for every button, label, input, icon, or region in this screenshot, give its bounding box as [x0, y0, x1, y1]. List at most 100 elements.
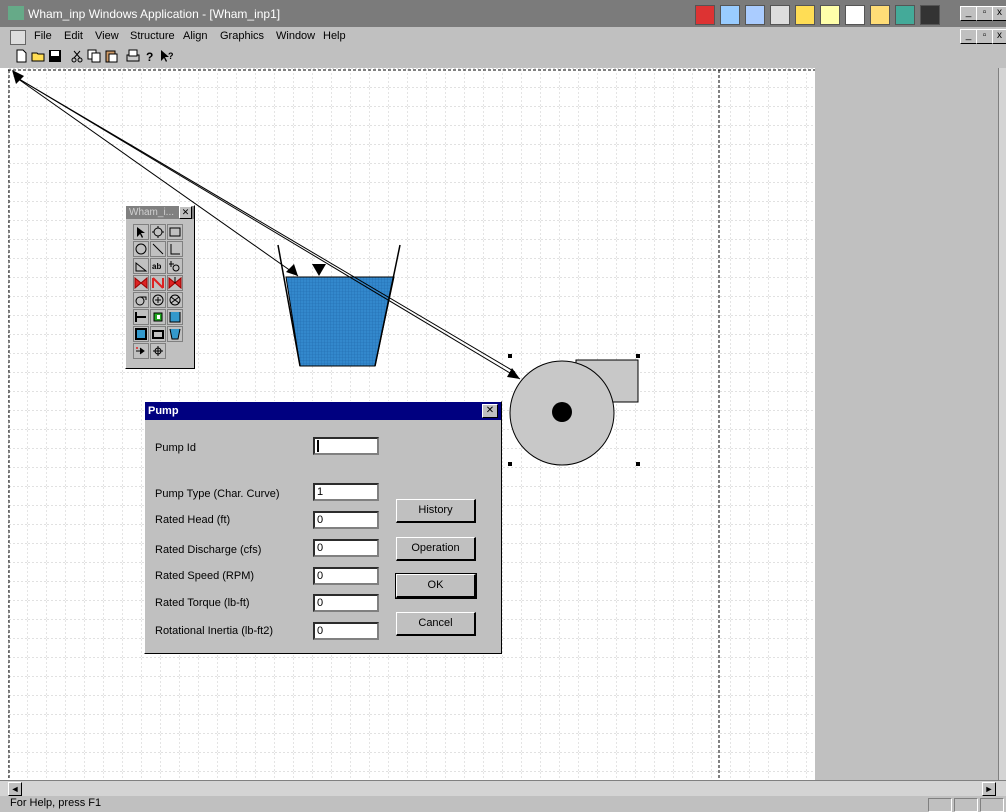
document-icon[interactable]: [10, 30, 26, 45]
slope-tool-icon[interactable]: [133, 258, 149, 274]
save-disk-icon[interactable]: [48, 49, 62, 63]
explorer-icon[interactable]: [920, 5, 940, 25]
menu-window[interactable]: Window: [276, 30, 315, 42]
key-icon[interactable]: [795, 5, 815, 25]
history-button[interactable]: History: [396, 499, 476, 523]
blue-tank-tool-icon[interactable]: [167, 309, 183, 325]
title-bar: Wham_inp Windows Application - [Wham_inp…: [0, 0, 1006, 27]
child-restore-button[interactable]: ▫: [976, 29, 993, 44]
pump-type-input[interactable]: 1: [313, 483, 379, 501]
context-help-icon[interactable]: ?: [160, 49, 174, 63]
menu-structure[interactable]: Structure: [130, 30, 175, 42]
line-tool-icon[interactable]: [150, 241, 166, 257]
scroll-left-button[interactable]: ◄: [8, 782, 22, 796]
junction-tool-icon[interactable]: [167, 258, 183, 274]
circle-tool-icon[interactable]: [133, 241, 149, 257]
pump-tool-icon[interactable]: [133, 292, 149, 308]
rated-discharge-label: Rated Discharge (cfs): [155, 544, 262, 556]
tools-icon[interactable]: [770, 5, 790, 25]
dead-end-tool-icon[interactable]: [133, 309, 149, 325]
valve-red-icon[interactable]: [133, 275, 149, 291]
rated-torque-input[interactable]: 0: [313, 594, 379, 612]
rotational-inertia-label: Rotational Inertia (lb-ft2): [155, 625, 273, 637]
fan-tool-icon[interactable]: [167, 292, 183, 308]
dialog-title: Pump: [148, 405, 179, 417]
minimize-button[interactable]: _: [960, 6, 977, 21]
canvas-margin: [815, 68, 998, 780]
horizontal-scrollbar[interactable]: ◄ ►: [0, 780, 1006, 797]
palette-close-button[interactable]: ✕: [179, 206, 192, 219]
text-cursor: [317, 440, 319, 453]
rated-speed-label: Rated Speed (RPM): [155, 570, 255, 582]
pump-2-tool-icon[interactable]: [150, 292, 166, 308]
rated-head-input[interactable]: 0: [313, 511, 379, 529]
cancel-button[interactable]: Cancel: [396, 612, 476, 636]
print-icon[interactable]: [126, 49, 140, 63]
menu-graphics[interactable]: Graphics: [220, 30, 264, 42]
crosshair-tool-icon[interactable]: [150, 343, 166, 359]
corner-line-tool-icon[interactable]: [167, 241, 183, 257]
copy-icon[interactable]: [87, 49, 101, 63]
pump-id-input[interactable]: [313, 437, 379, 455]
taskbar-app-icon[interactable]: [695, 5, 715, 25]
ok-button[interactable]: OK: [395, 573, 477, 599]
child-close-button[interactable]: x: [992, 29, 1006, 44]
folder-icon[interactable]: [870, 5, 890, 25]
blue-box-tool-icon[interactable]: [133, 326, 149, 342]
new-file-icon[interactable]: [14, 49, 28, 63]
status-bar: For Help, press F1: [0, 796, 1006, 812]
special-tool-icon[interactable]: [133, 343, 149, 359]
palette-title-bar[interactable]: Wham_i... ✕: [126, 206, 194, 219]
pump-dialog: Pump ✕ Pump Id Pump Type (Char. Curve) 1…: [144, 401, 502, 654]
document-icon[interactable]: [845, 5, 865, 25]
check-valve-red-icon[interactable]: [150, 275, 166, 291]
globe-icon[interactable]: [895, 5, 915, 25]
svg-text:?: ?: [146, 50, 153, 63]
pointer-tool-icon[interactable]: [133, 224, 149, 240]
status-panel-1: [928, 798, 952, 812]
child-minimize-button[interactable]: _: [960, 29, 977, 44]
pump-type-label: Pump Type (Char. Curve): [155, 488, 280, 500]
palette-title: Wham_i...: [129, 207, 175, 218]
dialog-close-button[interactable]: ✕: [482, 404, 498, 418]
dialog-title-bar[interactable]: Pump ✕: [145, 402, 501, 420]
menu-bar: File Edit View Structure Align Graphics …: [0, 27, 1006, 46]
app-icon[interactable]: [8, 6, 24, 20]
menu-help[interactable]: Help: [323, 30, 346, 42]
tool-palette: Wham_i... ✕ ab: [125, 205, 195, 369]
rated-speed-input[interactable]: 0: [313, 567, 379, 585]
menu-file[interactable]: File: [34, 30, 52, 42]
open-tank-tool-icon[interactable]: [167, 326, 183, 342]
menu-edit[interactable]: Edit: [64, 30, 83, 42]
text-tool-icon[interactable]: ab: [150, 258, 166, 274]
status-text: For Help, press F1: [10, 797, 102, 809]
paste-icon[interactable]: [104, 49, 118, 63]
excel-icon[interactable]: [720, 5, 740, 25]
operation-button[interactable]: Operation: [396, 537, 476, 561]
rated-head-label: Rated Head (ft): [155, 514, 231, 526]
svg-text:ab: ab: [152, 262, 161, 271]
status-panel-2: [954, 798, 978, 812]
green-device-tool-icon[interactable]: [150, 309, 166, 325]
svg-text:?: ?: [168, 51, 174, 61]
rotational-inertia-input[interactable]: 0: [313, 622, 379, 640]
monitor-icon[interactable]: [745, 5, 765, 25]
rectangle-tool-icon[interactable]: [167, 224, 183, 240]
menu-view[interactable]: View: [95, 30, 119, 42]
help-icon[interactable]: ?: [143, 49, 157, 63]
circle-node-tool-icon[interactable]: [150, 224, 166, 240]
maximize-button[interactable]: ▫: [976, 6, 993, 21]
close-button[interactable]: x: [992, 6, 1006, 21]
user-icon[interactable]: [820, 5, 840, 25]
scroll-right-button[interactable]: ►: [982, 782, 996, 796]
pump-id-label: Pump Id: [155, 442, 196, 454]
rated-discharge-input[interactable]: 0: [313, 539, 379, 557]
reservoir-tool-icon[interactable]: [150, 326, 166, 342]
window-title: Wham_inp Windows Application - [Wham_inp…: [28, 7, 281, 21]
open-folder-icon[interactable]: [31, 49, 45, 63]
gate-valve-red-icon[interactable]: [167, 275, 183, 291]
vertical-scrollbar[interactable]: [998, 68, 1006, 780]
menu-align[interactable]: Align: [183, 30, 207, 42]
cut-scissors-icon[interactable]: [70, 49, 84, 63]
rated-torque-label: Rated Torque (lb-ft): [155, 597, 250, 609]
